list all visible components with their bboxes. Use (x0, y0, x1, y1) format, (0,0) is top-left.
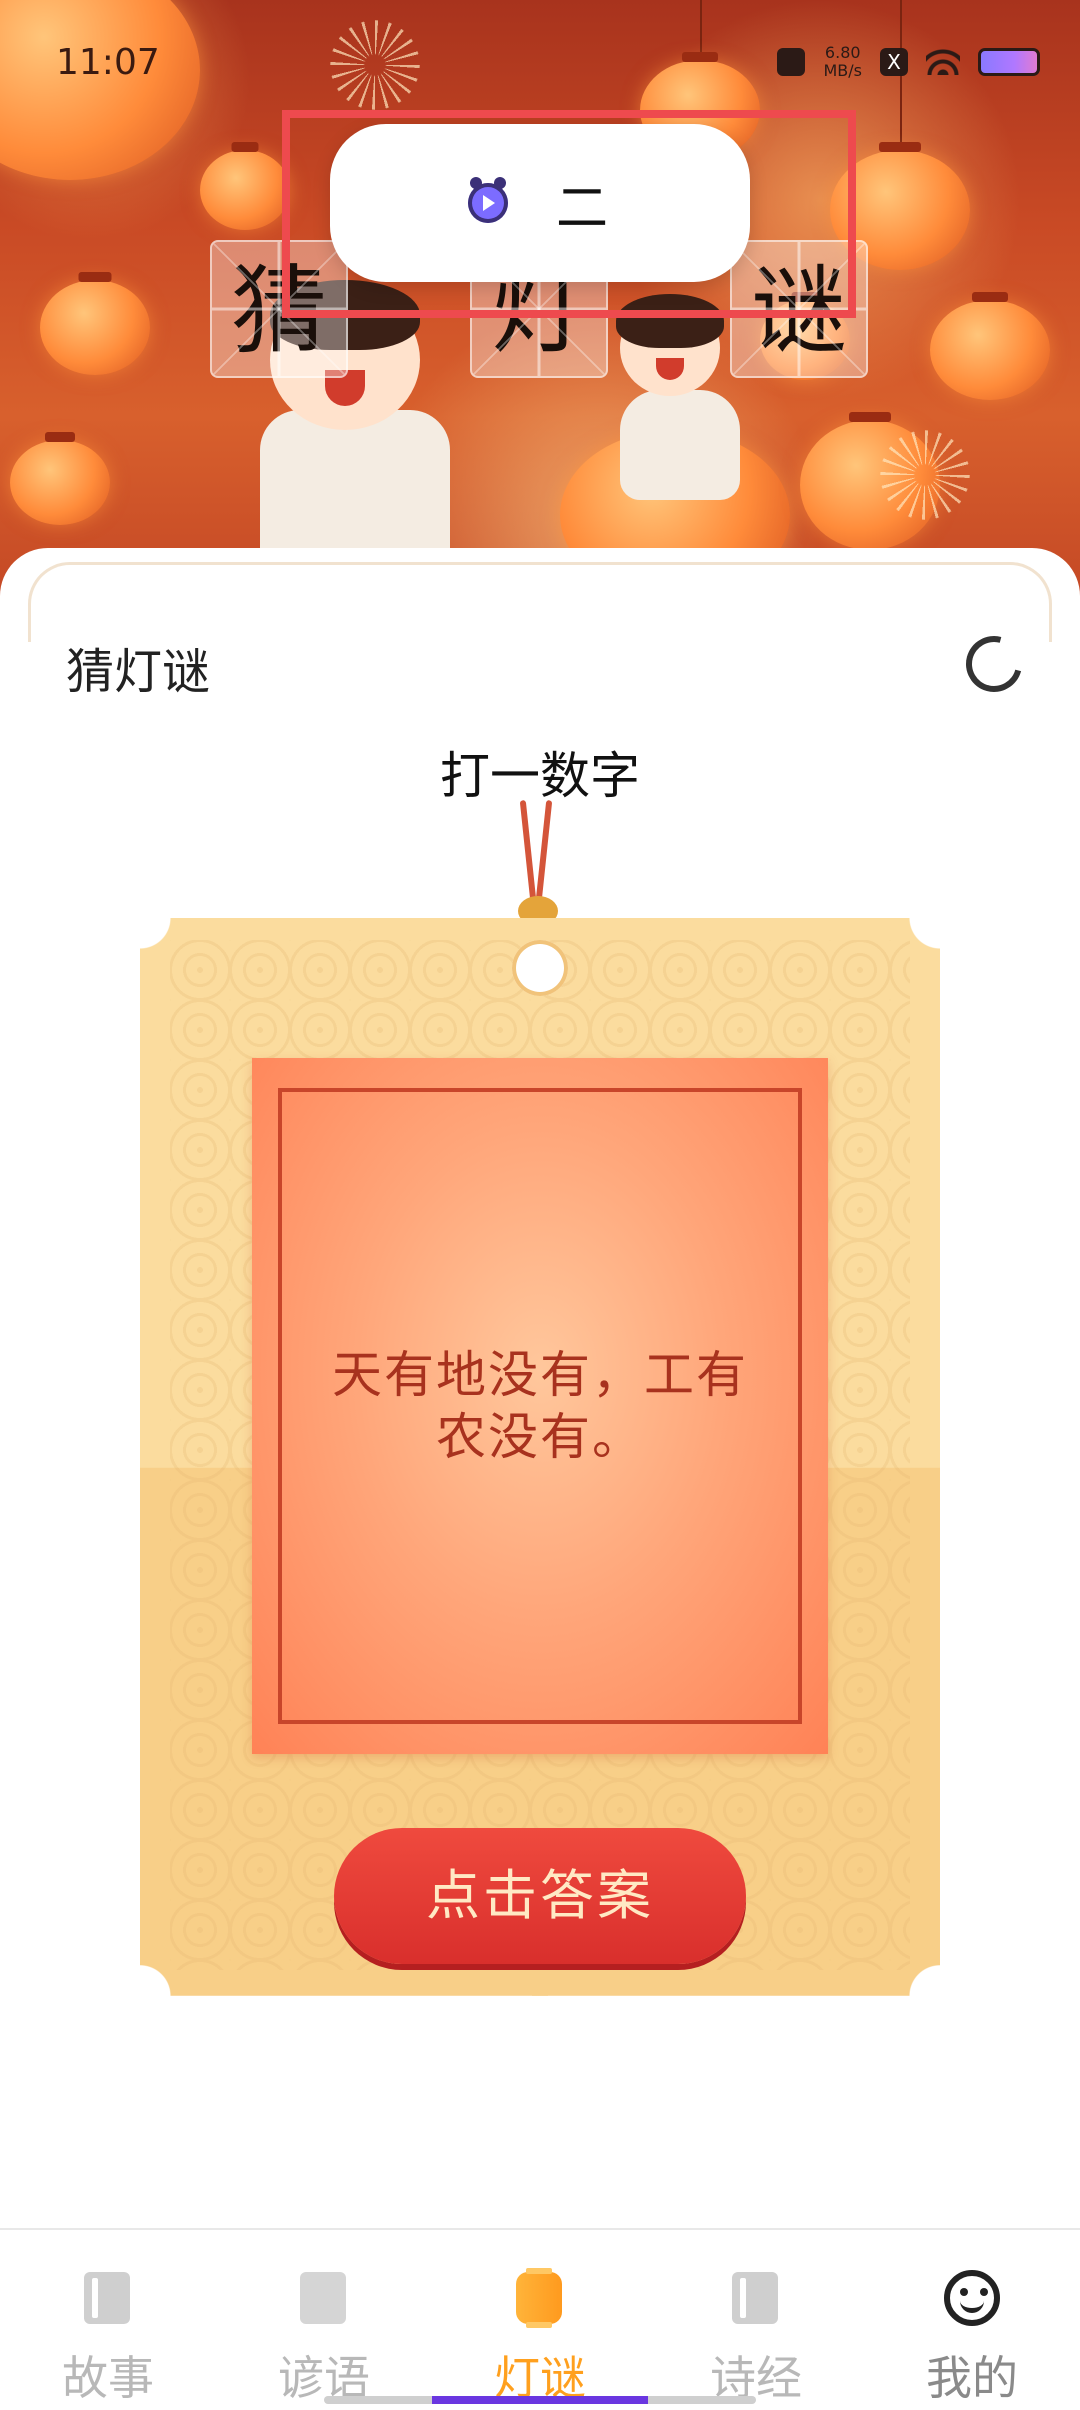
tag-hole (512, 940, 568, 996)
wifi-icon (926, 49, 960, 75)
nav-label: 我的 (926, 2351, 1018, 2405)
nav-item-riddles[interactable]: 灯谜 (432, 2230, 648, 2410)
home-indicator-active (432, 2396, 648, 2404)
nav-label: 故事 (62, 2351, 154, 2405)
x-app-icon: X (880, 48, 908, 76)
lantern-decoration (40, 280, 150, 375)
book-icon (732, 2272, 778, 2324)
show-answer-button[interactable]: 点击答案 (334, 1828, 746, 1964)
face-icon (944, 2270, 1000, 2326)
nav-item-profile[interactable]: 我的 (864, 2230, 1080, 2410)
riddle-question: 天有地没有，工有农没有。 (332, 1346, 748, 1466)
mute-icon (777, 48, 806, 76)
riddle-panel: 天有地没有，工有农没有。 (252, 1058, 828, 1754)
status-time: 11:07 (56, 42, 160, 83)
sheet-border (28, 562, 1052, 642)
nav-item-proverbs[interactable]: 谚语 (216, 2230, 432, 2410)
dictionary-icon (300, 2272, 346, 2324)
riddle-category: 打一数字 (440, 747, 640, 805)
lantern-decoration (930, 300, 1050, 400)
nav-item-stories[interactable]: 故事 (0, 2230, 216, 2410)
lantern-decoration (200, 150, 290, 230)
status-bar: 11:07 6.80 MB/s X (0, 0, 1080, 120)
page-title: 猜灯谜 (66, 644, 211, 700)
network-speed: 6.80 MB/s (823, 43, 862, 80)
highlight-box (282, 110, 856, 318)
status-icons: 6.80 MB/s X (777, 44, 1040, 80)
lantern-icon (516, 2268, 562, 2328)
nav-item-poetry[interactable]: 诗经 (648, 2230, 864, 2410)
firework-decoration (880, 430, 970, 520)
book-icon (84, 2272, 130, 2324)
lantern-decoration (10, 440, 110, 525)
battery-icon (978, 48, 1040, 76)
bottom-nav: 故事 谚语 灯谜 诗经 我的 (0, 2228, 1080, 2410)
